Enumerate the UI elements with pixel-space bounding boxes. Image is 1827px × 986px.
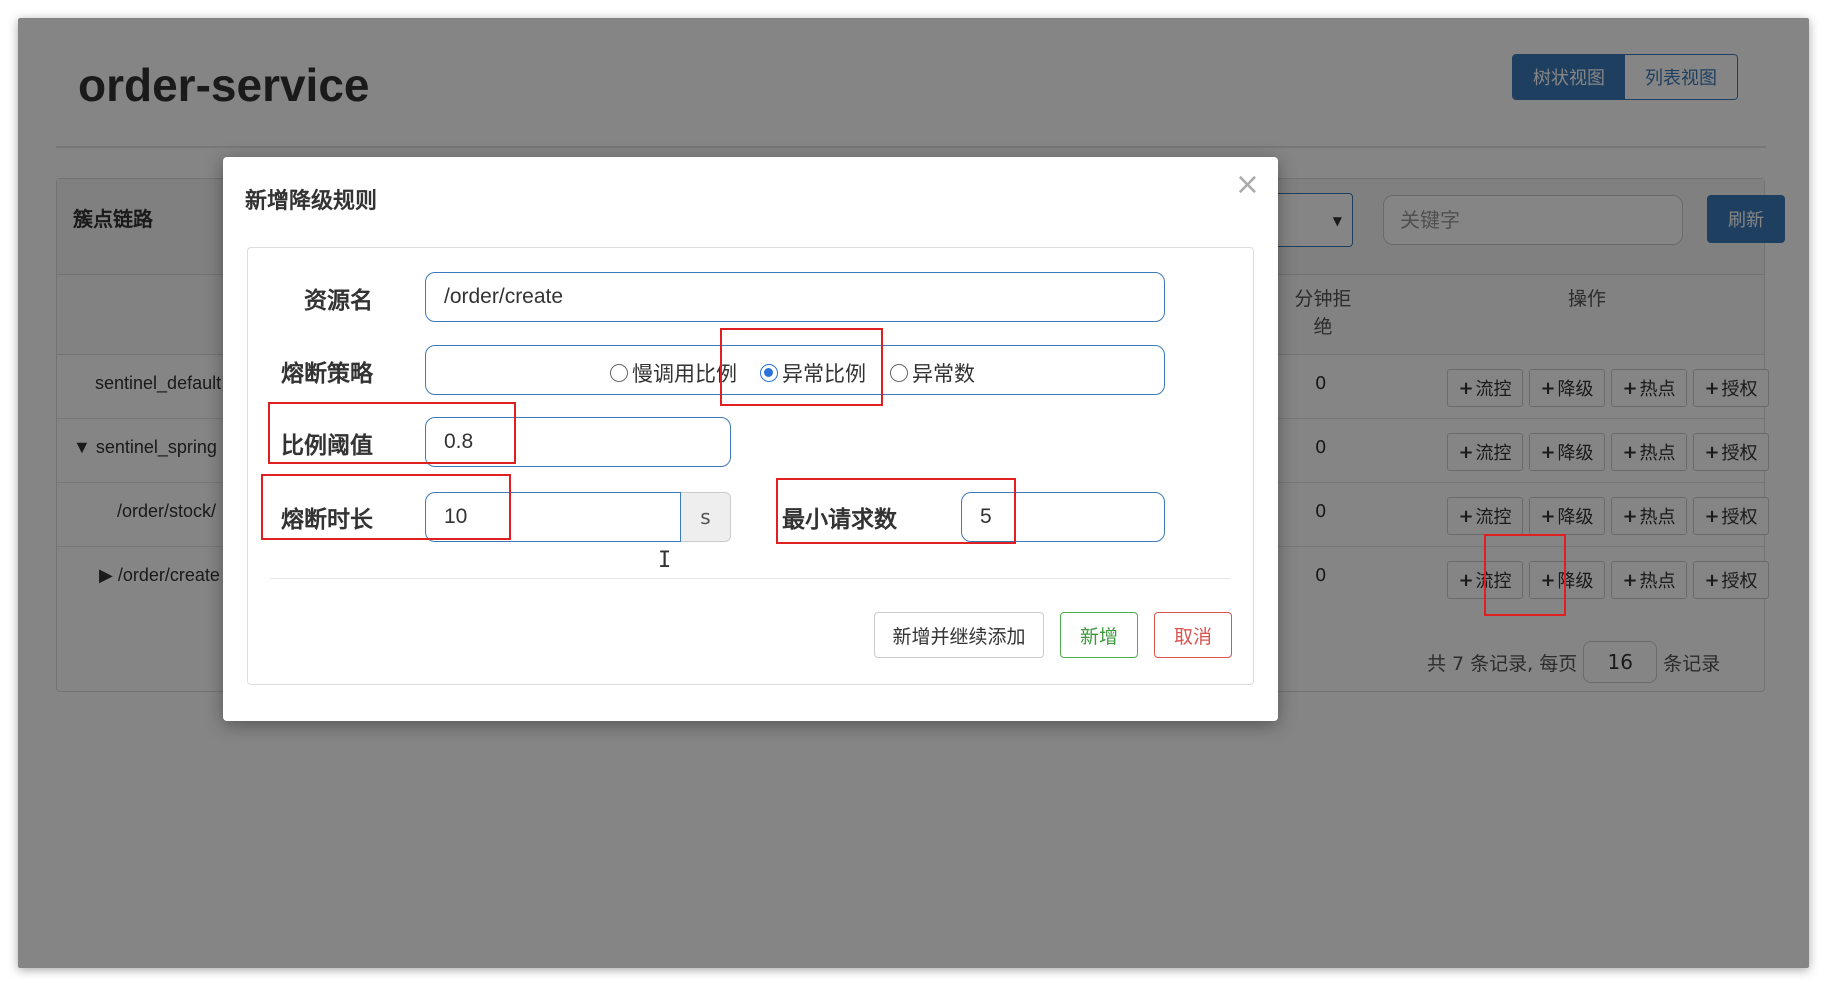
resource-name-input[interactable]: /order/create [425, 272, 1165, 322]
annotation-box-duration [261, 474, 511, 540]
annotation-box-min-request [776, 478, 1016, 544]
duration-unit: s [681, 492, 731, 542]
annotation-box-degrade [1484, 534, 1566, 616]
radio-icon [890, 364, 908, 382]
close-icon[interactable]: × [1235, 167, 1260, 202]
app-window: order-service 树状视图 列表视图 簇点链路 ▼ 关键字 刷新 分钟… [18, 18, 1809, 968]
resource-name-label: 资源名 [304, 288, 373, 314]
add-and-continue-button[interactable]: 新增并继续添加 [874, 612, 1044, 658]
dialog-form: 资源名 /order/create 熔断策略 慢调用比例 异常比例 异常数 比例… [247, 247, 1254, 685]
text-cursor-icon: I [658, 548, 672, 573]
annotation-box-strategy [720, 328, 883, 406]
radio-slow-call-ratio[interactable]: 慢调用比例 [610, 358, 737, 388]
form-divider [270, 578, 1230, 579]
radio-exception-count[interactable]: 异常数 [890, 358, 975, 388]
add-button[interactable]: 新增 [1060, 612, 1138, 658]
cancel-button[interactable]: 取消 [1154, 612, 1232, 658]
strategy-label: 熔断策略 [281, 361, 373, 387]
annotation-box-ratio [268, 402, 516, 464]
dialog-title: 新增降级规则 [245, 189, 378, 214]
radio-icon [610, 364, 628, 382]
